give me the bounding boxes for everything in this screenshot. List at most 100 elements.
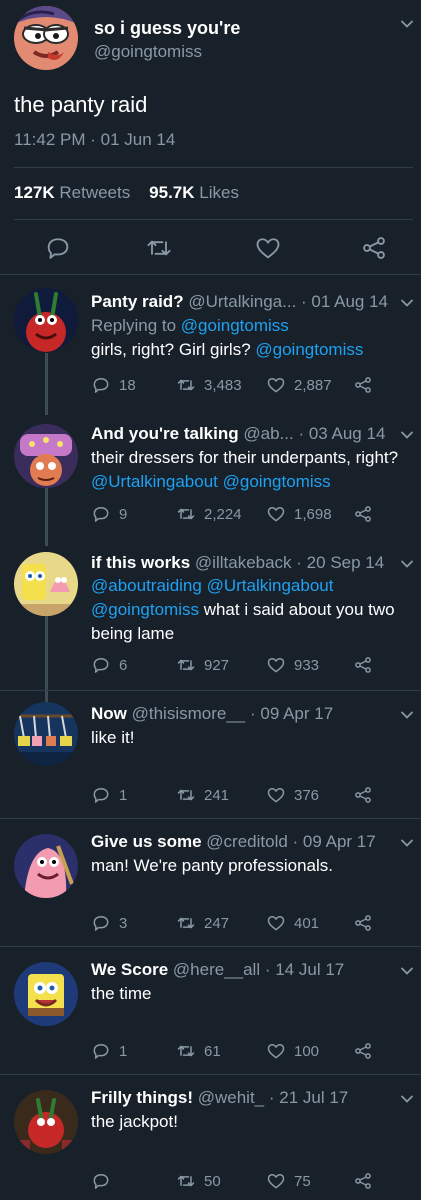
like-count: 933 [294,656,320,674]
chevron-down-icon[interactable] [400,708,414,722]
like-button[interactable]: 2,887 [266,374,332,396]
reply-button[interactable]: 18 [91,374,136,396]
reply-button[interactable]: 9 [91,503,127,525]
avatar[interactable] [14,702,78,766]
reply-tweet[interactable]: Panty raid? @Urtalkinga... · 01 Aug 14 R… [0,286,421,404]
author-name[interactable]: if this works [91,553,190,572]
heart-icon [267,378,285,393]
author-name[interactable]: And you're talking [91,424,239,443]
avatar[interactable] [14,962,78,1026]
avatar[interactable] [14,424,78,488]
chevron-down-icon[interactable] [400,296,414,310]
author-handle[interactable]: @creditold [206,832,288,851]
like-count: 401 [294,914,320,932]
retweet-button[interactable]: 50 [176,1170,221,1192]
like-button[interactable]: 1,698 [266,503,332,525]
author-name[interactable]: Panty raid? [91,292,184,311]
divider [0,1074,421,1075]
divider [0,274,421,275]
reply-count: 18 [119,376,136,394]
reply-button[interactable]: 1 [91,784,127,806]
author-name[interactable]: Frilly things! [91,1088,193,1107]
author-handle[interactable]: @thisismore__ [132,704,246,723]
avatar[interactable] [14,552,78,616]
share-icon[interactable] [360,234,388,262]
author-handle[interactable]: @goingtomiss [94,42,202,62]
reply-text-line: girls, right? Girl girls? @goingtomiss [91,338,413,362]
chevron-down-icon[interactable] [400,428,414,442]
chevron-down-icon[interactable] [400,17,414,31]
reply-date: · 21 Jul 17 [268,1088,349,1107]
retweet-button[interactable]: 61 [176,1040,221,1062]
reply-icon[interactable] [44,234,72,262]
share-button[interactable] [353,654,373,676]
author-handle[interactable]: @illtakeback [195,553,292,572]
likes-count[interactable]: 95.7K [149,183,194,202]
reply-text: like it! [91,728,135,747]
author-name[interactable]: Give us some [91,832,202,851]
retweets-count[interactable]: 127K [14,183,55,202]
mention-link[interactable]: @aboutraiding [91,576,202,595]
share-button[interactable] [353,374,373,396]
like-button[interactable]: 100 [266,1040,319,1062]
reply-tweet[interactable]: if this works @illtakeback · 20 Sep 14 @… [0,548,421,690]
share-button[interactable] [353,1040,373,1062]
reply-button[interactable]: 3 [91,912,127,934]
heart-icon [267,658,285,673]
share-button[interactable] [353,503,373,525]
likes-label[interactable]: Likes [199,183,239,202]
retweets-label[interactable]: Retweets [59,183,130,202]
chevron-down-icon[interactable] [400,1092,414,1106]
share-button[interactable] [353,1170,373,1192]
mention-link[interactable]: @goingtomiss [223,472,331,491]
reply-tweet[interactable]: And you're talking @ab... · 03 Aug 14 th… [0,418,421,536]
mention-link[interactable]: @Urtalkingabout [207,576,334,595]
retweet-button[interactable]: 241 [176,784,229,806]
chevron-down-icon[interactable] [400,836,414,850]
author-name[interactable]: Now [91,704,127,723]
like-button[interactable]: 933 [266,654,319,676]
mention-link[interactable]: @goingtomiss [181,316,289,335]
retweet-icon[interactable] [145,234,173,262]
mention-link[interactable]: @goingtomiss [91,600,199,619]
avatar[interactable] [14,1090,78,1154]
heart-icon [267,507,285,522]
reply-date: · 01 Aug 14 [301,292,388,311]
retweet-button[interactable]: 247 [176,912,229,934]
share-button[interactable] [353,912,373,934]
author-name[interactable]: so i guess you're [94,18,240,39]
retweet-button[interactable]: 3,483 [176,374,242,396]
mention-line: @Urtalkingabout @goingtomiss [91,470,413,494]
avatar[interactable] [14,834,78,898]
reply-date: · 03 Aug 14 [298,424,386,443]
heart-icon[interactable] [254,234,282,262]
author-handle[interactable]: @here__all [173,960,260,979]
reply-tweet[interactable]: Give us some @creditold · 09 Apr 17 man!… [0,826,421,944]
reply-tweet[interactable]: Now @thisismore__ · 09 Apr 17 like it! 1… [0,698,421,816]
reply-button[interactable]: 1 [91,1040,127,1062]
retweet-button[interactable]: 2,224 [176,503,242,525]
reply-button[interactable] [91,1170,119,1192]
like-button[interactable]: 75 [266,1170,311,1192]
mention-link[interactable]: @goingtomiss [255,340,363,359]
like-button[interactable]: 401 [266,912,319,934]
reply-tweet[interactable]: Frilly things! @wehit_ · 21 Jul 17 the j… [0,1082,421,1200]
chevron-down-icon[interactable] [400,557,414,571]
mention-link[interactable]: @Urtalkingabout [91,472,218,491]
reply-tweet[interactable]: We Score @here__all · 14 Jul 17 the time… [0,954,421,1072]
author-handle[interactable]: @wehit_ [198,1088,264,1107]
author-handle[interactable]: @ab... [243,424,293,443]
avatar[interactable] [14,288,78,352]
retweet-button[interactable]: 927 [176,654,229,676]
replying-to-line: Replying to @goingtomiss [91,314,413,338]
reply-date: · 09 Apr 17 [250,704,334,723]
avatar[interactable] [14,6,78,70]
share-icon [355,1043,371,1059]
author-handle[interactable]: @Urtalkinga... [188,292,296,311]
like-button[interactable]: 376 [266,784,319,806]
author-name[interactable]: We Score [91,960,168,979]
reply-button[interactable]: 6 [91,654,127,676]
chevron-down-icon[interactable] [400,964,414,978]
share-button[interactable] [353,784,373,806]
reply-count: 1 [119,786,128,804]
